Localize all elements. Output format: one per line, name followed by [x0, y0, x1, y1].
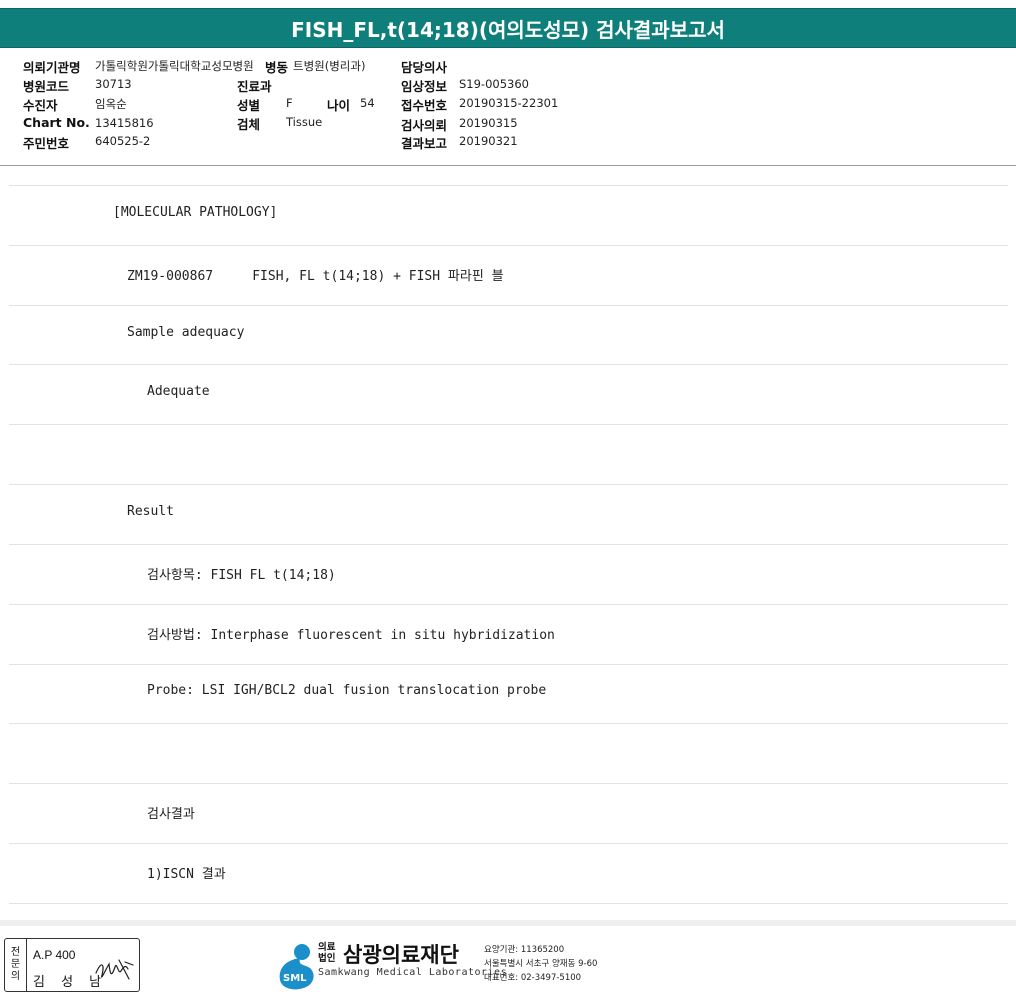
specimen-value: Tissue — [286, 115, 323, 129]
row-divider — [9, 424, 1008, 425]
institution-code: 요양기관: 11365200 — [484, 945, 565, 955]
row-divider — [9, 903, 1008, 904]
specimen-label: 검체 — [237, 117, 261, 132]
receipt-no-value: 20190315-22301 — [459, 96, 559, 110]
report-footer: 전 문 의 A.P 400 김 성 남 SML 의료법인 삼광의료재단 Samk… — [0, 930, 1016, 1003]
specialist-label-char: 문 — [10, 959, 21, 970]
patient-info-panel: 의뢰기관명 가톨릭학원가톨릭대학교성모병원 병동 트병원(병리과) 담당의사 병… — [0, 48, 1016, 166]
patient-value: 임옥순 — [95, 97, 127, 111]
attending-label: 담당의사 — [401, 60, 448, 75]
row-divider — [9, 843, 1008, 844]
specialist-label-char: 전 — [10, 947, 21, 958]
receipt-no-label: 접수번호 — [401, 98, 448, 113]
row-divider — [9, 783, 1008, 784]
row-divider — [9, 185, 1008, 186]
age-value: 54 — [360, 96, 375, 110]
report-line: Sample adequacy — [127, 325, 245, 340]
institution-value: 가톨릭학원가톨릭대학교성모병원 — [95, 59, 254, 73]
specialist-label: 전 문 의 — [5, 939, 27, 991]
ap-number: A.P 400 — [33, 948, 76, 962]
report-line: [MOLECULAR PATHOLOGY] — [113, 205, 278, 220]
chart-no-value: 13415816 — [95, 116, 154, 130]
id-no-value: 640525-2 — [95, 134, 151, 148]
report-body: [MOLECULAR PATHOLOGY] ZM19-000867 FISH, … — [0, 166, 1016, 926]
patient-label: 수진자 — [23, 98, 58, 113]
org-english-name: Samkwang Medical Laboratories — [318, 967, 508, 978]
report-title: FISH_FL,t(14;18)(여의도성모) 검사결과보고서 — [0, 8, 1016, 48]
report-line: Result — [127, 504, 174, 519]
row-divider — [9, 305, 1008, 306]
row-divider — [9, 245, 1008, 246]
request-date-value: 20190315 — [459, 116, 518, 130]
department-label: 진료과 — [237, 79, 272, 94]
clinical-info-label: 임상정보 — [401, 79, 448, 94]
report-line: 검사항목: FISH FL t(14;18) — [147, 568, 336, 583]
report-date-value: 20190321 — [459, 134, 518, 148]
org-name: 삼광의료재단 — [343, 943, 459, 967]
ward-value: 트병원(병리과) — [293, 59, 366, 73]
org-prefix: 의료법인 — [318, 942, 336, 964]
clinical-info-value: S19-005360 — [459, 77, 529, 91]
signature-box: 전 문 의 A.P 400 김 성 남 — [4, 938, 140, 992]
age-label: 나이 — [327, 98, 351, 113]
row-divider — [9, 544, 1008, 545]
row-divider — [9, 723, 1008, 724]
chart-no-label: Chart No. — [23, 115, 90, 130]
row-divider — [9, 604, 1008, 605]
report-line: Adequate — [147, 384, 210, 399]
report-line: Probe: LSI IGH/BCL2 dual fusion transloc… — [147, 683, 547, 698]
ward-label: 병동 — [265, 60, 289, 75]
row-divider — [9, 664, 1008, 665]
hospital-code-value: 30713 — [95, 77, 132, 91]
report-line: 1)ISCN 결과 — [147, 867, 226, 882]
id-no-label: 주민번호 — [23, 136, 70, 151]
row-divider — [9, 484, 1008, 485]
hospital-code-label: 병원코드 — [23, 79, 70, 94]
row-divider — [9, 364, 1008, 365]
signature-icon — [95, 959, 134, 980]
org-phone: 대표번호: 02-3497-5100 — [484, 973, 582, 983]
specialist-label-char: 의 — [10, 971, 21, 982]
sex-value: F — [286, 96, 293, 110]
report-line: 검사결과 — [147, 807, 195, 822]
institution-label: 의뢰기관명 — [23, 60, 81, 75]
request-date-label: 검사의뢰 — [401, 118, 448, 133]
sex-label: 성별 — [237, 98, 261, 113]
report-line: 검사방법: Interphase fluorescent in situ hyb… — [147, 628, 555, 643]
report-date-label: 결과보고 — [401, 136, 448, 151]
page-gap — [0, 920, 1016, 926]
report-line: ZM19-000867 FISH, FL t(14;18) + FISH 파라핀… — [127, 269, 504, 284]
org-address: 서울특별시 서초구 양재동 9-60 — [484, 959, 598, 969]
logo-text: SML — [283, 973, 307, 984]
